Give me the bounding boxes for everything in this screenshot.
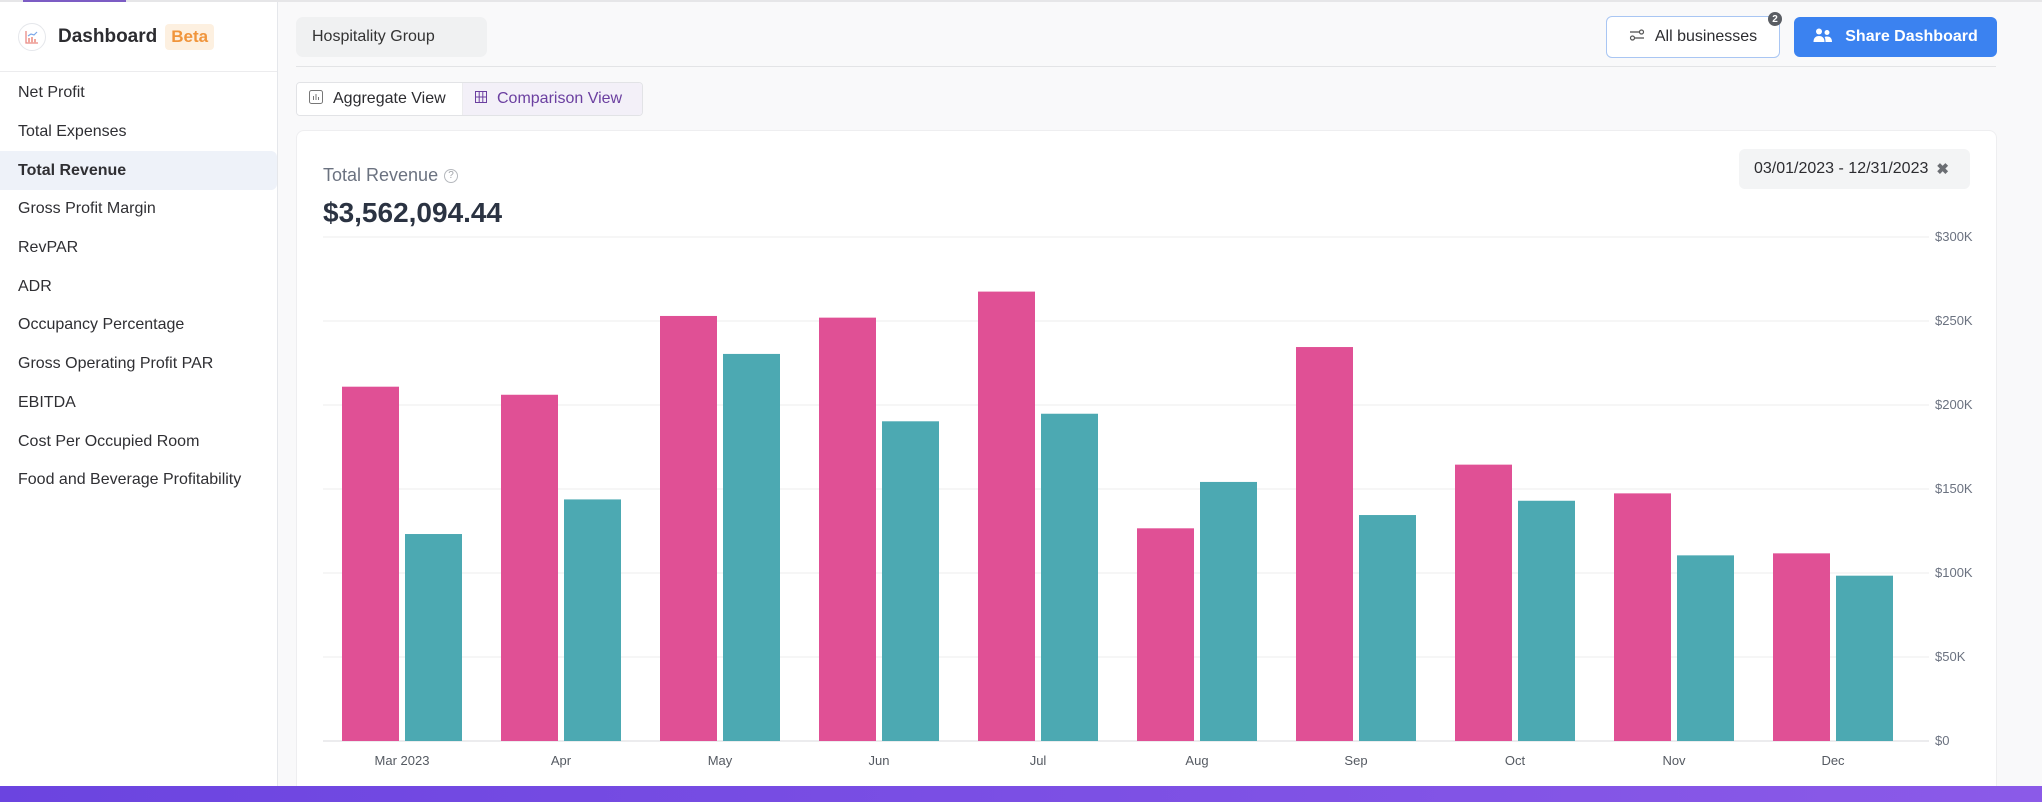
sidebar-item-net-profit[interactable]: Net Profit	[0, 74, 277, 113]
bar-series-1[interactable]	[1455, 464, 1512, 741]
comparison-view-label: Comparison View	[497, 90, 623, 107]
aggregate-view-label: Aggregate View	[333, 90, 446, 107]
bar-series-2[interactable]	[723, 353, 780, 741]
bar-series-1[interactable]	[819, 317, 876, 741]
bar-series-1[interactable]	[1296, 347, 1353, 741]
x-tick-label: Apr	[551, 753, 572, 768]
all-businesses-button[interactable]: All businesses 2	[1606, 12, 1782, 58]
sidebar-item-total-revenue[interactable]: Total Revenue	[0, 151, 277, 191]
filter-icon	[1629, 28, 1645, 47]
tab-comparison-view[interactable]: Comparison View	[462, 83, 642, 115]
x-tick-label: Jun	[869, 753, 890, 768]
x-tick-label: May	[708, 753, 733, 768]
bar-series-2[interactable]	[1518, 500, 1575, 741]
sidebar-item-total-expenses[interactable]: Total Expenses	[0, 113, 277, 152]
sidebar-item-gross-operating-profit-par[interactable]: Gross Operating Profit PAR	[0, 345, 277, 384]
bar-series-1[interactable]	[978, 291, 1035, 741]
x-axis-labels: Mar 2023 Apr May Jun Jul Aug Sep Oct Nov Dec	[375, 753, 1846, 768]
bar-series-1[interactable]	[660, 315, 717, 741]
sidebar-item-occupancy-percentage[interactable]: Occupancy Percentage	[0, 306, 277, 345]
metric-nav: Net Profit Total Expenses Total Revenue …	[0, 72, 277, 500]
bar-series-2[interactable]	[1359, 515, 1416, 741]
beta-badge: Beta	[165, 23, 215, 50]
revenue-bar-chart: $0 $50K $100K $150K $200K $250K $300K Mar 2023…	[323, 229, 1973, 768]
bar-series-1[interactable]	[501, 394, 558, 741]
metric-card: Total Revenue ? $3,562,094.44 03/01/2023…	[296, 130, 1997, 802]
businesses-count-badge: 2	[1768, 12, 1782, 26]
sidebar-item-ebitda[interactable]: EBITDA	[0, 384, 277, 423]
tab-aggregate-view[interactable]: Aggregate View	[297, 83, 462, 115]
bars	[342, 291, 1893, 741]
header-divider	[296, 66, 1996, 67]
brand: Dashboard Beta	[0, 2, 277, 72]
y-tick-label: $150K	[1935, 481, 1973, 496]
bar-series-2[interactable]	[882, 421, 939, 741]
bar-series-2[interactable]	[1836, 575, 1893, 741]
share-dashboard-label: Share Dashboard	[1845, 28, 1978, 45]
y-tick-label: $50K	[1935, 649, 1966, 664]
x-tick-label: Aug	[1185, 753, 1208, 768]
bar-series-2[interactable]	[1200, 481, 1257, 741]
users-icon	[1813, 27, 1833, 48]
bar-series-1[interactable]	[1614, 493, 1671, 741]
bar-series-1[interactable]	[342, 386, 399, 741]
all-businesses-label: All businesses	[1654, 28, 1758, 45]
bar-series-1[interactable]	[1773, 553, 1830, 741]
y-tick-label: $100K	[1935, 565, 1973, 580]
bottom-gradient-bar	[0, 786, 2042, 802]
x-tick-label: Sep	[1344, 753, 1367, 768]
x-tick-label: Dec	[1821, 753, 1845, 768]
sidebar-item-gross-profit-margin[interactable]: Gross Profit Margin	[0, 190, 277, 229]
sidebar-item-revpar[interactable]: RevPAR	[0, 229, 277, 268]
y-tick-label: $300K	[1935, 229, 1973, 244]
x-tick-label: Oct	[1505, 753, 1526, 768]
bar-chart-icon	[309, 89, 323, 109]
share-dashboard-button[interactable]: Share Dashboard	[1794, 17, 1997, 57]
x-tick-label: Mar 2023	[375, 753, 430, 768]
sidebar-item-cost-per-occupied-room[interactable]: Cost Per Occupied Room	[0, 422, 277, 461]
sidebar-item-adr[interactable]: ADR	[0, 267, 277, 306]
sidebar-item-food-beverage-profitability[interactable]: Food and Beverage Profitability	[0, 461, 277, 500]
x-tick-label: Jul	[1030, 753, 1047, 768]
organization-select[interactable]: Hospitality Group	[296, 17, 487, 57]
y-tick-label: $250K	[1935, 313, 1973, 328]
bar-series-2[interactable]	[405, 534, 462, 741]
bar-series-2[interactable]	[1677, 555, 1734, 741]
y-tick-label: $0	[1935, 733, 1949, 748]
grid-icon	[475, 90, 487, 108]
bar-series-2[interactable]	[1041, 413, 1098, 741]
sidebar: Dashboard Beta Net Profit Total Expenses…	[0, 2, 278, 786]
view-toggle: Aggregate View Comparison View	[296, 82, 643, 116]
bar-series-1[interactable]	[1137, 528, 1194, 741]
bar-series-2[interactable]	[564, 499, 621, 741]
dashboard-logo-icon	[18, 22, 46, 51]
y-tick-label: $200K	[1935, 397, 1973, 412]
y-axis-labels: $0 $50K $100K $150K $200K $250K $300K	[1935, 229, 1973, 748]
top-progress-line	[0, 0, 2042, 2]
x-tick-label: Nov	[1662, 753, 1686, 768]
app-title: Dashboard	[58, 25, 158, 47]
